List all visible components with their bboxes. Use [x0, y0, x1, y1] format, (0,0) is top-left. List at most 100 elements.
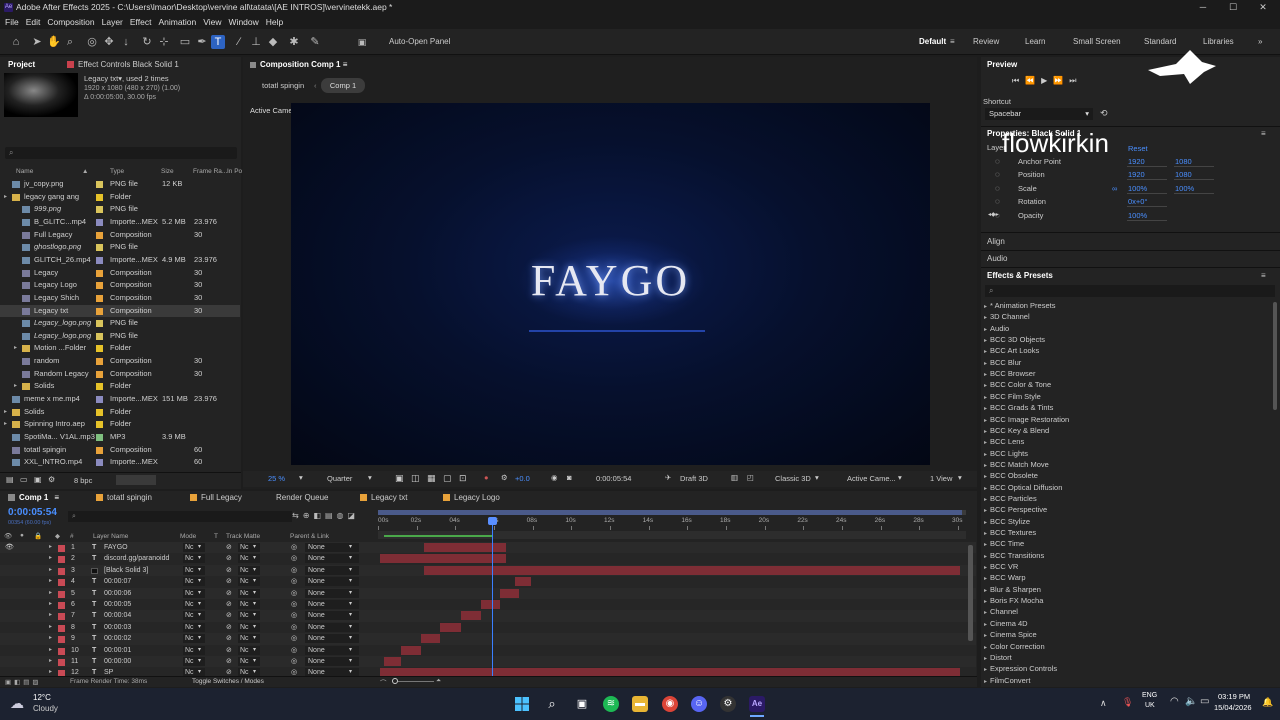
- list-item[interactable]: Random Legacy Composition 30: [0, 368, 240, 381]
- camera-select[interactable]: Active Came...: [847, 474, 896, 483]
- volume-icon[interactable]: 🔈: [1185, 696, 1197, 707]
- first-frame-icon[interactable]: ⏮: [1012, 76, 1025, 85]
- timeline-tab[interactable]: Render Queue: [276, 492, 328, 504]
- col-framerate[interactable]: Frame Ra...: [193, 168, 227, 175]
- preview-tab[interactable]: Preview: [987, 59, 1017, 71]
- blend-mode-select[interactable]: Nc: [183, 588, 205, 598]
- draft-3d-label[interactable]: Draft 3D: [680, 474, 708, 483]
- matte-dropdown-icon[interactable]: ▾: [253, 542, 256, 553]
- expand-arrow-icon[interactable]: ▸: [14, 380, 17, 393]
- list-item[interactable]: XXL_INTRO.mp4 Importe...MEX 60: [0, 456, 240, 469]
- layer-duration-bar[interactable]: [401, 645, 421, 655]
- list-item[interactable]: Legacy Composition 30: [0, 267, 240, 280]
- pick-whip-icon[interactable]: ◎: [291, 599, 297, 610]
- blend-mode-select[interactable]: Nc: [183, 622, 205, 632]
- pan-tool-icon[interactable]: ✥: [102, 35, 116, 49]
- expand-arrow-icon[interactable]: ▸: [4, 191, 7, 204]
- rectangle-tool-icon[interactable]: ▭: [178, 35, 192, 49]
- layer-duration-bar[interactable]: [515, 577, 531, 587]
- timeline-tab[interactable]: Comp 1 ≡: [8, 492, 59, 504]
- audio-panel[interactable]: Audio: [987, 253, 1007, 265]
- property-value-1[interactable]: 100%: [1128, 184, 1147, 193]
- layer-duration-bar[interactable]: [424, 543, 506, 552]
- track-matte-select[interactable]: Nc: [238, 657, 260, 666]
- maximize-button[interactable]: ☐: [1218, 0, 1248, 15]
- menu-animation[interactable]: Animation: [158, 17, 196, 27]
- motion-blur-icon[interactable]: ◍: [337, 511, 348, 520]
- steam-icon[interactable]: ⚙: [720, 696, 736, 712]
- list-item[interactable]: Legacy Shich Composition 30: [0, 292, 240, 305]
- taskbar-search-icon[interactable]: ⌕: [544, 696, 560, 712]
- label-color-icon[interactable]: [96, 320, 103, 328]
- layer-duration-bar[interactable]: [480, 600, 500, 609]
- list-item[interactable]: jv_copy.png PNG file 12 KB: [0, 178, 240, 191]
- label-color-icon[interactable]: [96, 408, 103, 416]
- discord-icon[interactable]: ☺: [691, 696, 707, 712]
- matte-link-icon[interactable]: ⊘: [226, 633, 232, 644]
- label-color-icon[interactable]: [58, 613, 65, 621]
- parent-dropdown-icon[interactable]: ▾: [349, 622, 352, 633]
- layer-duration-bar[interactable]: [420, 634, 440, 644]
- layer-name[interactable]: FAYGO: [104, 542, 128, 553]
- mode-dropdown-icon[interactable]: ▾: [198, 599, 201, 610]
- parent-dropdown-icon[interactable]: ▾: [349, 542, 352, 553]
- layer-name[interactable]: [Black Solid 3]: [104, 565, 148, 576]
- list-item[interactable]: meme x me.mp4 Importe...MEX 151 MB 23.976: [0, 393, 240, 406]
- col-inpoint[interactable]: In Po: [227, 168, 242, 175]
- draft-3d-toggle-icon[interactable]: ⊕: [303, 511, 314, 520]
- table-row[interactable]: ▸ 10 T 00:00:01 Nc ▾ ⊘ Nc ▾ ◎ None ▾: [0, 644, 976, 656]
- effects-search-input[interactable]: ⌕: [985, 285, 1275, 297]
- menu-help[interactable]: Help: [266, 17, 283, 27]
- matte-link-icon[interactable]: ⊘: [226, 576, 232, 587]
- mode-dropdown-icon[interactable]: ▾: [198, 565, 201, 576]
- guides-icon[interactable]: ▦: [427, 473, 436, 484]
- blend-mode-select[interactable]: Nc: [183, 543, 205, 552]
- layer-duration-bar[interactable]: [424, 565, 960, 575]
- prev-frame-icon[interactable]: ⏪: [1025, 76, 1041, 85]
- comp-viewer[interactable]: FAYGO: [291, 103, 930, 465]
- label-color-icon[interactable]: [96, 434, 103, 441]
- microphone-icon[interactable]: 🎙: [1122, 697, 1133, 708]
- zoom-in-icon[interactable]: ⏶: [436, 677, 441, 685]
- renderer-dropdown-icon[interactable]: ▾: [815, 473, 819, 482]
- list-item[interactable]: Legacy Logo Composition 30: [0, 279, 240, 292]
- bit-depth[interactable]: 8 bpc: [74, 476, 92, 485]
- home-icon[interactable]: ⌂: [9, 35, 23, 49]
- label-color-icon[interactable]: [96, 459, 103, 467]
- renderer-select[interactable]: Classic 3D: [775, 474, 811, 483]
- label-color-icon[interactable]: [96, 294, 103, 302]
- label-color-icon[interactable]: [58, 556, 65, 564]
- table-row[interactable]: ▸ 5 T 00:00:06 Nc ▾ ⊘ Nc ▾ ◎ None ▾: [0, 587, 976, 599]
- tray-chevron-icon[interactable]: ∧: [1100, 698, 1107, 709]
- matte-dropdown-icon[interactable]: ▾: [253, 599, 256, 610]
- effect-controls-tab[interactable]: Effect Controls Black Solid 1: [67, 59, 179, 71]
- pick-whip-icon[interactable]: ◎: [291, 645, 297, 656]
- shortcut-select[interactable]: Spacebar ▾: [985, 108, 1093, 120]
- breadcrumb-comp1[interactable]: Comp 1: [321, 78, 365, 93]
- spotify-icon[interactable]: ≋: [603, 696, 619, 712]
- stopwatch-icon[interactable]: ◌: [995, 170, 1000, 179]
- expand-arrow-icon[interactable]: ▸: [4, 418, 7, 431]
- workspace-review[interactable]: Review: [973, 29, 999, 55]
- matte-dropdown-icon[interactable]: ▾: [253, 553, 256, 564]
- view-layout-dropdown-icon[interactable]: ▾: [958, 473, 962, 482]
- clock-date[interactable]: 15/04/2026: [1214, 703, 1252, 712]
- pick-whip-icon[interactable]: ◎: [291, 588, 297, 599]
- zoom-out-icon[interactable]: ⌒: [380, 677, 387, 687]
- col-type[interactable]: Type: [110, 168, 124, 175]
- visibility-eye-icon[interactable]: 👁: [5, 542, 14, 553]
- parent-dropdown-icon[interactable]: ▾: [349, 645, 352, 656]
- matte-link-icon[interactable]: ⊘: [226, 599, 232, 610]
- expand-arrow-icon[interactable]: ▸: [49, 656, 52, 667]
- parent-dropdown-icon[interactable]: ▾: [349, 588, 352, 599]
- label-color-icon[interactable]: [96, 345, 103, 353]
- breadcrumb-totatl[interactable]: totatl spingin: [262, 81, 304, 90]
- label-color-icon[interactable]: [58, 602, 65, 609]
- matte-link-icon[interactable]: ⊘: [226, 656, 232, 667]
- zoom-tool-icon[interactable]: ⌕: [63, 35, 77, 49]
- track-matte-select[interactable]: Nc: [238, 577, 260, 587]
- menu-file[interactable]: File: [5, 17, 19, 27]
- matte-dropdown-icon[interactable]: ▾: [253, 565, 256, 576]
- frame-blending-icon[interactable]: ▤: [325, 511, 337, 520]
- minimize-button[interactable]: ─: [1188, 0, 1218, 15]
